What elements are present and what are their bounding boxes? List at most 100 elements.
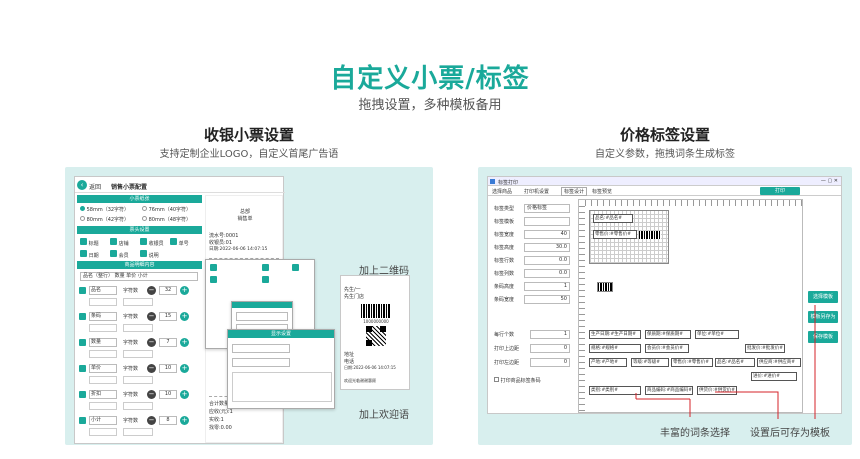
config-title: 销售小票配置 (111, 184, 148, 191)
goods-format-select[interactable]: 品名（整行） 数量 单价 小计 (80, 272, 198, 281)
goods-row-checkbox[interactable] (79, 391, 86, 398)
goods-row-name[interactable]: 单价 (89, 364, 117, 373)
goods-row: 折扣 字符数 −10 + (77, 389, 202, 413)
goods-row: 小计 字符数 −8 + (77, 415, 202, 439)
hero-title: 自定义小票/标签 (330, 64, 530, 94)
left-section-title: 收银小票设置 (203, 126, 294, 144)
goods-row: 条码 字符数 −15 + (77, 311, 202, 335)
goods-row-sub-select[interactable] (89, 298, 117, 306)
preview-footer-change: 找零:0.00 (209, 425, 232, 431)
goods-row-sub-select2[interactable] (123, 298, 153, 306)
qr-receipt-preview: 先生/一 先生门店 1000000000 地址 电话 日期:2022-06-06… (340, 275, 410, 390)
goods-row-checkbox[interactable] (79, 365, 86, 372)
display-settings-title: 显示设置 (228, 330, 334, 338)
goods-row-sub-select2[interactable] (123, 376, 153, 384)
minus-icon[interactable]: − (147, 312, 156, 321)
header-opt-number[interactable]: 单号 (170, 238, 189, 247)
goods-row-sub-select2[interactable] (123, 428, 153, 436)
qr-line-phone: 电话 (344, 359, 355, 365)
goods-row-num[interactable]: 32 (159, 286, 177, 295)
goods-row-num[interactable]: 10 (159, 364, 177, 373)
minus-icon[interactable]: − (147, 286, 156, 295)
goods-row-sub-select[interactable] (89, 428, 117, 436)
right-section-title: 价格标签设置 (619, 126, 710, 144)
goods-row-checkbox[interactable] (79, 339, 86, 346)
qr-footer: 欢迎光临谢谢惠顾 (344, 378, 376, 383)
minus-icon[interactable]: − (147, 364, 156, 373)
preview-line-date: 日期:2022-06-06 14:07:15 (209, 247, 268, 252)
preview-title: 总部 (239, 209, 250, 215)
goods-row-num[interactable]: 15 (159, 312, 177, 321)
label-panel: 标签打印 — ▢ ✕ 选择商品 打印机设置 标签设计 标签预览 打印 标签类型价… (478, 167, 852, 445)
header-opt-cashier[interactable]: 收银员 (140, 238, 164, 247)
goods-row-align: 字符数 (123, 288, 139, 294)
goods-row-sub-select[interactable] (89, 324, 117, 332)
goods-row-num[interactable]: 7 (159, 338, 177, 347)
annotation-welcome: 加上欢迎语 (359, 410, 409, 421)
goods-row: 品名 字符数 −32 + (77, 285, 202, 309)
template-arrow (715, 391, 779, 419)
plus-icon[interactable]: + (180, 390, 189, 399)
preview-subtitle: 销售单 (237, 216, 253, 222)
plus-icon[interactable]: + (180, 312, 189, 321)
preview-line-cashier: 收银员:01 (209, 240, 233, 246)
stepper-field-1[interactable] (236, 312, 288, 321)
goods-row-align: 字符数 (123, 392, 139, 398)
plus-icon[interactable]: + (180, 364, 189, 373)
plus-icon[interactable]: + (180, 338, 189, 347)
goods-row-name[interactable]: 品名 (89, 286, 117, 295)
header-opt-date[interactable]: 日期 (80, 250, 99, 259)
minus-icon[interactable]: − (147, 390, 156, 399)
annotation-arrows (635, 305, 816, 419)
header-opt-title[interactable]: 标题 (80, 238, 99, 247)
settings-column: 小票纸张 58mm（32字符） 76mm（40字符） 80mm（42字符） 80… (77, 195, 202, 443)
right-section-subtitle: 自定义参数，拖拽词条生成标签 (595, 149, 735, 160)
annotation-terms: 丰富的词条选择 (660, 428, 730, 439)
goods-row-checkbox[interactable] (79, 417, 86, 424)
goods-row: 数量 字符数 −7 + (77, 337, 202, 361)
display-field-1[interactable] (232, 344, 290, 353)
goods-row-sub-select[interactable] (89, 350, 117, 358)
goods-row-sub-select[interactable] (89, 376, 117, 384)
goods-row-align: 字符数 (123, 314, 139, 320)
paper-option-58[interactable]: 58mm（32字符） (80, 206, 129, 213)
paper-option-80-42[interactable]: 80mm（42字符） (80, 216, 129, 223)
header-opt-member[interactable]: 会员 (110, 250, 129, 259)
header-section-header: 票头设置 (77, 226, 202, 234)
goods-row-name[interactable]: 条码 (89, 312, 117, 321)
paper-option-80-48[interactable]: 80mm（48字符） (142, 216, 191, 223)
back-icon[interactable]: ‹ (77, 180, 87, 190)
receipt-config-header: ‹ 返回 销售小票配置 (75, 177, 285, 193)
welcome-textarea[interactable] (232, 372, 332, 402)
paper-option-76[interactable]: 76mm（40字符） (142, 206, 191, 213)
qr-line-date: 日期:2022-06-06 14:07:15 (344, 365, 396, 370)
qr-name: 先生/一 (344, 287, 361, 293)
annotation-qr: 加上二维码 (359, 266, 409, 277)
goods-row-name[interactable]: 折扣 (89, 390, 117, 399)
left-section-subtitle: 支持定制企业LOGO，自定义首尾广告语 (159, 149, 339, 160)
preview-footer-due: 应收(元):1 (209, 409, 233, 415)
plus-icon[interactable]: + (180, 286, 189, 295)
goods-row-sub-select2[interactable] (123, 324, 153, 332)
header-opt-store[interactable]: 店铺 (110, 238, 129, 247)
goods-row-num[interactable]: 8 (159, 416, 177, 425)
goods-section-header: 商品明细内容 (77, 261, 202, 269)
hero-subtitle: 拖拽设置，多种模板备用 (358, 98, 502, 113)
plus-icon[interactable]: + (180, 416, 189, 425)
goods-row-name[interactable]: 数量 (89, 338, 117, 347)
barcode-number: 1000000000 (363, 319, 389, 324)
qr-code-image (366, 326, 386, 346)
goods-row-checkbox[interactable] (79, 313, 86, 320)
header-opt-note[interactable]: 说明 (140, 250, 159, 259)
qr-line-address: 地址 (344, 352, 355, 358)
goods-row-sub-select2[interactable] (123, 402, 153, 410)
display-field-2[interactable] (232, 358, 290, 367)
minus-icon[interactable]: − (147, 338, 156, 347)
goods-row-sub-select2[interactable] (123, 350, 153, 358)
goods-row-num[interactable]: 10 (159, 390, 177, 399)
goods-row-name[interactable]: 小计 (89, 416, 117, 425)
back-link[interactable]: 返回 (89, 182, 101, 191)
minus-icon[interactable]: − (147, 416, 156, 425)
goods-row-checkbox[interactable] (79, 287, 86, 294)
goods-row-sub-select[interactable] (89, 402, 117, 410)
